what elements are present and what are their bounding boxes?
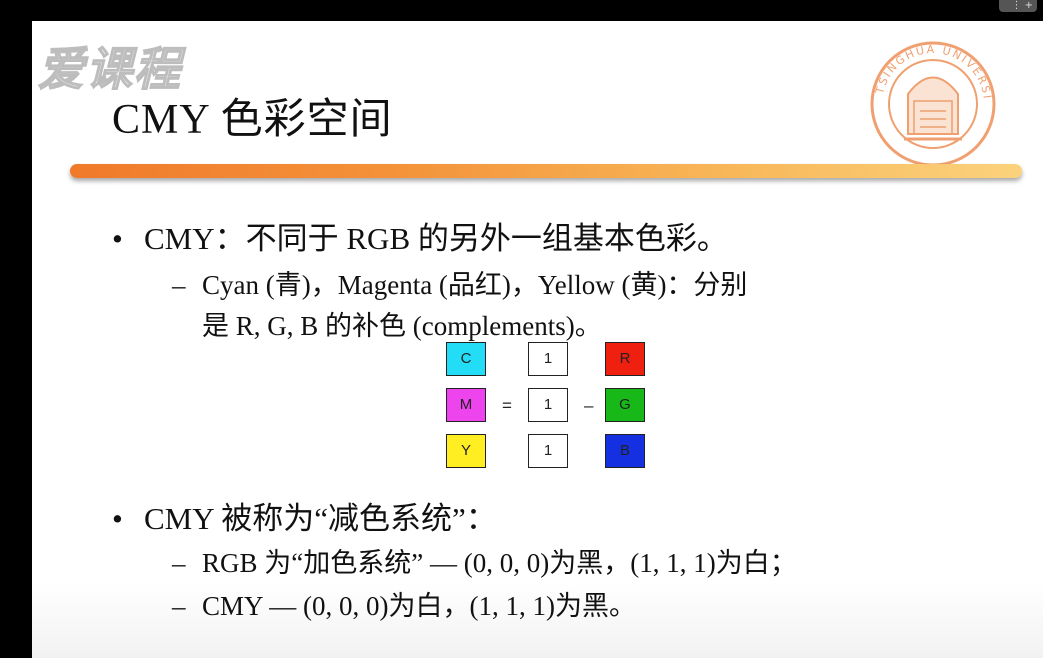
equals-sign: = xyxy=(502,396,512,415)
left-bar xyxy=(0,21,32,658)
matrix-cell-g: G xyxy=(605,388,645,422)
sub-dash: – xyxy=(172,548,186,578)
matrix-cell-one-2: 1 xyxy=(528,388,568,422)
bullet-2-text: CMY 被称为“减色系统”： xyxy=(144,501,497,536)
matrix-cell-b: B xyxy=(605,434,645,468)
player-controls-icon[interactable]: ⋮ + xyxy=(999,0,1037,12)
minus-sign: – xyxy=(584,396,594,415)
title-divider xyxy=(70,164,1022,178)
bullet-2-sub-1-text: RGB 为“加色系统” — (0, 0, 0)为黑，(1, 1, 1)为白； xyxy=(202,548,797,578)
bullet-1-sub-2: 是 R, G, B 的补色 (complements)。 xyxy=(202,304,602,343)
bullet-1-sub-1: – Cyan (青)，Magenta (品红)，Yellow (黄)：分别 xyxy=(172,263,747,302)
bullet-1-sub-2-text: 是 R, G, B 的补色 (complements)。 xyxy=(202,311,602,341)
bullet-1-sub-1-text: Cyan (青)，Magenta (品红)，Yellow (黄)：分别 xyxy=(202,270,748,300)
bullet-2-sub-1: – RGB 为“加色系统” — (0, 0, 0)为黑，(1, 1, 1)为白； xyxy=(172,541,797,580)
slide-title: CMY 色彩空间 xyxy=(112,97,393,143)
university-seal-icon: TSINGHUA UNIVERSITY xyxy=(868,39,996,167)
matrix-cell-c: C xyxy=(446,342,486,376)
cmy-equation: C M Y = 1 1 1 – R G B xyxy=(446,342,652,468)
sub-dash: – xyxy=(172,270,186,300)
bullet-2-sub-2: – CMY — (0, 0, 0)为白，(1, 1, 1)为黑。 xyxy=(172,584,636,623)
bullet-1-text: CMY：不同于 RGB 的另外一组基本色彩。 xyxy=(144,221,728,256)
bullet-2-sub-2-text: CMY — (0, 0, 0)为白，(1, 1, 1)为黑。 xyxy=(202,591,636,621)
bullet-dot: • xyxy=(112,501,123,536)
bullet-dot: • xyxy=(112,221,123,256)
slide: 爱课程 CMY 色彩空间 TSINGHUA UNIVERSITY •CMY：不同… xyxy=(32,21,1043,658)
top-bar: ⋮ + xyxy=(0,0,1043,21)
bullet-2: • CMY 被称为“减色系统”： xyxy=(112,493,497,538)
matrix-cell-y: Y xyxy=(446,434,486,468)
sub-dash: – xyxy=(172,591,186,621)
matrix-cell-one-1: 1 xyxy=(528,342,568,376)
matrix-cell-r: R xyxy=(605,342,645,376)
bullet-1: • CMY：不同于 RGB 的另外一组基本色彩。 xyxy=(112,213,728,258)
matrix-cell-m: M xyxy=(446,388,486,422)
matrix-cell-one-3: 1 xyxy=(528,434,568,468)
